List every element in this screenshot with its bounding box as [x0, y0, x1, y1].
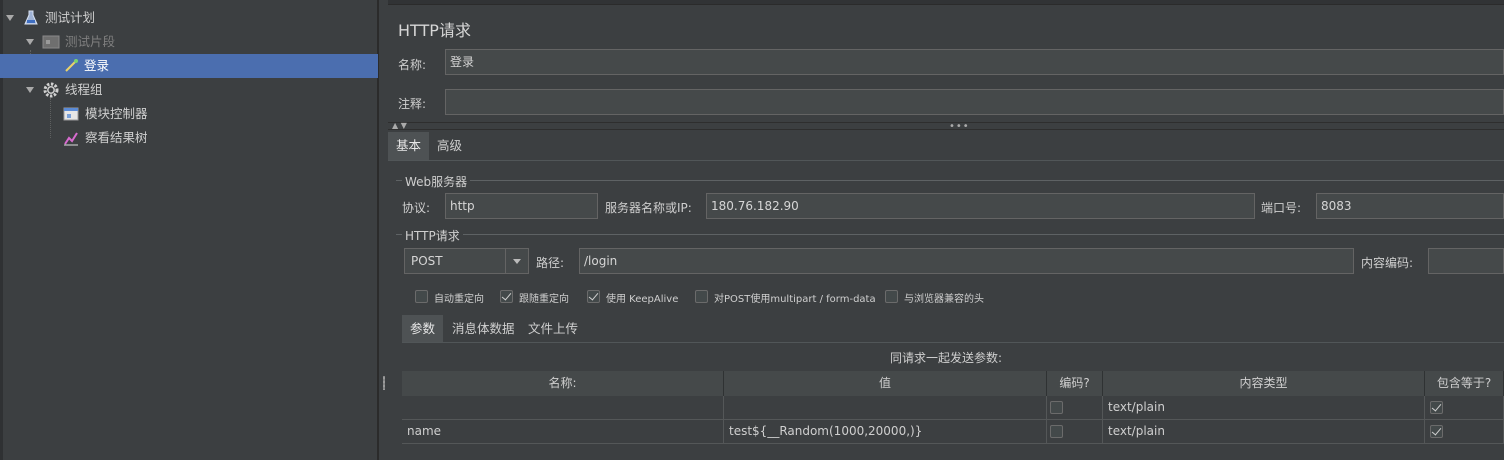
expand-arrow-icon[interactable]: [26, 87, 34, 93]
tree-item-label: 察看结果树: [85, 130, 148, 145]
param-value-cell[interactable]: test${__Random(1000,20000,)}: [724, 420, 1047, 444]
param-encode-cell[interactable]: [1047, 420, 1103, 444]
tree-item-module-controller[interactable]: 模块控制器: [0, 102, 378, 126]
split-divider[interactable]: [378, 0, 388, 460]
multipart-label: 对POST使用multipart / form-data: [714, 294, 876, 305]
name-field[interactable]: 登录: [445, 49, 1504, 75]
column-header-name[interactable]: 名称:: [402, 371, 724, 396]
param-include-equals-cell[interactable]: [1425, 420, 1504, 444]
params-caption: 同请求一起发送参数:: [889, 351, 1003, 365]
tabs-divider: [388, 160, 1504, 161]
column-header-content-type[interactable]: 内容类型: [1103, 371, 1425, 396]
path-field[interactable]: /login: [579, 248, 1354, 274]
port-label: 端口号:: [1261, 201, 1302, 215]
drag-handle-icon[interactable]: [383, 376, 385, 390]
flask-icon: [23, 10, 39, 26]
port-field[interactable]: 8083: [1316, 193, 1504, 219]
comment-field[interactable]: [445, 89, 1504, 115]
tab-files-upload[interactable]: 文件上传: [520, 315, 586, 342]
keepalive-label: 使用 KeepAlive: [606, 294, 679, 305]
browser-headers-checkbox[interactable]: [885, 290, 898, 303]
tree-item-test-fragment[interactable]: 测试片段: [0, 30, 378, 54]
tree-item-label: 模块控制器: [85, 106, 148, 121]
table-row[interactable]: name test${__Random(1000,20000,)} text/p…: [402, 420, 1504, 444]
column-header-encode[interactable]: 编码?: [1047, 371, 1103, 396]
multipart-checkbox[interactable]: [695, 290, 708, 303]
encode-checkbox[interactable]: [1050, 401, 1063, 414]
tab-advanced[interactable]: 高级: [429, 132, 470, 160]
param-content-type-cell[interactable]: text/plain: [1103, 420, 1425, 444]
keepalive-checkbox[interactable]: [587, 290, 600, 303]
expand-arrow-icon[interactable]: [26, 39, 34, 45]
protocol-field[interactable]: http: [445, 193, 598, 219]
tab-parameters[interactable]: 参数: [402, 315, 444, 342]
tree-item-label: 测试计划: [45, 10, 96, 25]
content-encoding-field[interactable]: [1428, 248, 1504, 274]
include-equals-checkbox[interactable]: [1430, 425, 1443, 438]
column-header-include-equals[interactable]: 包含等于?: [1425, 371, 1504, 396]
tree-item-label: 线程组: [65, 82, 103, 97]
tree-item-view-results-tree[interactable]: 察看结果树: [0, 126, 378, 150]
collapse-arrows-icon[interactable]: ▲ ▼: [392, 122, 407, 130]
tree-item-test-plan[interactable]: 测试计划: [0, 6, 378, 30]
name-label: 名称:: [398, 58, 427, 72]
browser-headers-label: 与浏览器兼容的头: [904, 294, 984, 305]
tab-basic[interactable]: 基本: [388, 132, 430, 160]
page-title: HTTP请求: [398, 21, 471, 40]
follow-redirect-label: 跟随重定向: [519, 294, 569, 305]
tree-item-label: 登录: [84, 58, 110, 73]
drag-handle-icon[interactable]: •••: [949, 122, 970, 132]
path-label: 路径:: [536, 256, 565, 270]
content-encoding-label: 内容编码:: [1361, 256, 1414, 270]
tree-item-thread-group[interactable]: 线程组: [0, 78, 378, 102]
auto-redirect-label: 自动重定向: [434, 294, 484, 305]
group-divider: [396, 234, 1504, 235]
column-header-value[interactable]: 值: [724, 371, 1047, 396]
http-request-panel: HTTP请求 名称: 登录 注释: ▲ ▼ ••• 基本 高级 Web服务器 协…: [388, 0, 1504, 460]
expand-arrow-icon[interactable]: [6, 15, 14, 21]
http-request-group-title: HTTP请求: [402, 227, 463, 244]
param-name-cell[interactable]: name: [402, 420, 724, 444]
protocol-label: 协议:: [402, 201, 431, 215]
tree-item-label: 测试片段: [65, 34, 116, 49]
param-value-cell[interactable]: [724, 396, 1047, 420]
tree-item-login[interactable]: 登录: [0, 54, 378, 78]
chart-icon: [63, 130, 79, 146]
pipette-icon: [63, 58, 79, 74]
method-select[interactable]: POST: [404, 248, 529, 274]
param-name-cell[interactable]: [402, 396, 724, 420]
test-plan-tree: 测试计划 测试片段 登录 线程组 模块控制器 察看结果树: [0, 0, 378, 460]
server-field[interactable]: 180.76.182.90: [706, 193, 1255, 219]
gear-icon: [43, 82, 59, 98]
comment-label: 注释:: [398, 97, 427, 111]
table-row[interactable]: text/plain: [402, 396, 1504, 420]
param-content-type-cell[interactable]: text/plain: [1103, 396, 1425, 420]
method-value: POST: [411, 254, 443, 268]
web-server-group-title: Web服务器: [402, 173, 471, 190]
tab-body-data[interactable]: 消息体数据: [444, 315, 523, 342]
chevron-down-icon[interactable]: [513, 259, 521, 264]
sub-tabs-divider: [402, 342, 1504, 343]
split-bar[interactable]: [388, 122, 1504, 130]
group-divider: [396, 180, 1504, 181]
include-equals-checkbox[interactable]: [1430, 401, 1443, 414]
fragment-icon: [42, 34, 60, 50]
encode-checkbox[interactable]: [1050, 425, 1063, 438]
select-separator: [505, 249, 506, 273]
server-label: 服务器名称或IP:: [605, 201, 692, 215]
auto-redirect-checkbox[interactable]: [415, 290, 428, 303]
param-encode-cell[interactable]: [1047, 396, 1103, 420]
follow-redirect-checkbox[interactable]: [500, 290, 513, 303]
param-include-equals-cell[interactable]: [1425, 396, 1504, 420]
module-icon: [63, 106, 79, 122]
